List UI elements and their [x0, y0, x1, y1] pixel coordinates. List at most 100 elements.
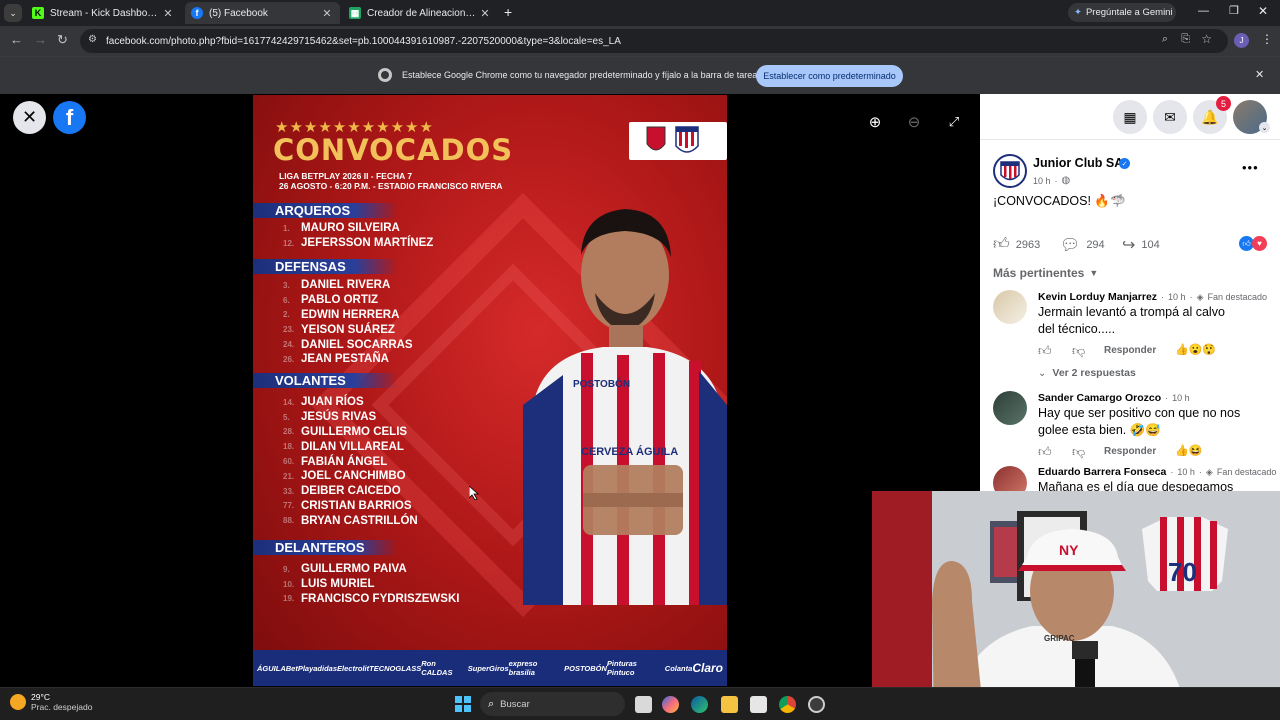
windows-taskbar: 29°C Prac. despejado ⌕ Buscar — [0, 687, 1280, 720]
reload-icon[interactable]: ↻ — [57, 32, 68, 48]
reply-button[interactable]: Responder — [1104, 345, 1156, 356]
comment-avatar[interactable] — [993, 391, 1027, 425]
zoom-out-button[interactable]: ⊖ — [900, 108, 928, 136]
close-window-icon[interactable]: ✕ — [1258, 4, 1268, 18]
player-number: 88. — [283, 516, 295, 526]
dislike-icon[interactable]: 👎︎ — [1072, 343, 1085, 359]
weather-temp: 29°C — [31, 692, 50, 702]
obs-icon[interactable] — [808, 696, 825, 713]
comment-time[interactable]: 10 h — [1177, 467, 1195, 477]
share-action[interactable]: ↪ 104 — [1122, 235, 1160, 255]
player-photo: POSTOBÓN CERVEZA ÁGUILA — [523, 209, 727, 605]
back-icon[interactable]: ← — [10, 32, 23, 47]
view-replies-button[interactable]: ⌄ Ver 2 respuestas — [1038, 367, 1136, 379]
filter-label: Más pertinentes — [993, 266, 1085, 280]
dismiss-infobar-icon[interactable]: ✕ — [1255, 68, 1264, 81]
new-tab-button[interactable]: + — [504, 4, 512, 20]
crest-icons — [646, 126, 699, 153]
site-info-icon[interactable]: ⚙ — [88, 34, 97, 45]
reply-button[interactable]: Responder — [1104, 446, 1156, 457]
post-time[interactable]: 10 h — [1033, 176, 1051, 186]
task-view-icon[interactable] — [635, 696, 652, 713]
wall-jersey-number: 70 — [1168, 557, 1197, 587]
comment-reactions[interactable]: 👍😆 — [1175, 444, 1202, 457]
install-icon[interactable]: ⎘ — [1181, 33, 1190, 46]
player-number: 23. — [283, 325, 295, 335]
player-row: 19. FRANCISCO FYDRISZEWSKI — [283, 592, 459, 607]
comment-author[interactable]: Kevin Lorduy Manjarrez — [1038, 291, 1157, 303]
copilot-icon[interactable] — [662, 696, 679, 713]
comment-action[interactable]: 💬︎ 294 — [1060, 235, 1105, 255]
tab-title: Creador de Alineaciones - Form — [367, 7, 478, 19]
messenger-button[interactable]: ✉ — [1153, 100, 1187, 134]
edge-icon[interactable] — [691, 696, 708, 713]
gemini-button[interactable]: ✦ Pregúntale a Gemini — [1068, 3, 1176, 22]
player-number: 14. — [283, 397, 295, 407]
bookmark-star-icon[interactable]: ☆ — [1201, 32, 1212, 46]
page-avatar[interactable] — [993, 154, 1027, 188]
minimize-icon[interactable]: — — [1198, 5, 1209, 17]
taskbar-search[interactable]: ⌕ Buscar — [480, 692, 625, 716]
start-button[interactable] — [455, 696, 471, 712]
reaction-summary[interactable]: 👍︎ ♥ — [1239, 236, 1267, 251]
player-number: 1. — [283, 223, 290, 233]
comment-time[interactable]: 10 h — [1168, 292, 1186, 302]
weather-widget[interactable]: 29°C Prac. despejado — [10, 692, 92, 712]
jersey-beer-sponsor: CERVEZA ÁGUILA — [581, 445, 678, 458]
player-name: GUILLERMO CELIS — [301, 425, 408, 438]
comment-author[interactable]: Sander Camargo Orozco — [1038, 392, 1161, 404]
dot-separator: · — [1189, 292, 1193, 302]
comment-avatar[interactable] — [993, 290, 1027, 324]
store-icon[interactable] — [750, 696, 767, 713]
player-row: 88. BRYAN CASTRILLÓN — [283, 513, 418, 528]
chevron-down-icon[interactable]: ⌄ — [1259, 122, 1270, 133]
restore-icon[interactable]: ❐ — [1229, 4, 1239, 17]
players-defensas: 3. DANIEL RIVERA 6. PABLO ORTIZ 2. EDWIN HE… — [283, 278, 413, 367]
notifications-button[interactable]: 🔔 5 — [1193, 96, 1231, 134]
player-row: 33. DEIBER CAICEDO — [283, 484, 418, 499]
tab-kick[interactable]: K Stream - Kick Dashboard ✕ — [26, 2, 181, 24]
menu-button[interactable]: ▦ — [1113, 100, 1147, 134]
comment-author[interactable]: Eduardo Barrera Fonseca — [1038, 466, 1166, 478]
like-icon[interactable]: 👍︎ — [1038, 444, 1052, 460]
set-default-button[interactable]: Establecer como predeterminado — [756, 65, 903, 87]
like-icon[interactable]: 👍︎ — [1038, 343, 1052, 359]
like-action[interactable]: 👍︎ 2963 — [993, 235, 1040, 254]
file-explorer-icon[interactable] — [721, 696, 738, 713]
address-bar[interactable]: ⚙ facebook.com/photo.php?fbid=1617742429… — [80, 29, 1228, 53]
zoom-in-button[interactable]: ⊕ — [861, 108, 889, 136]
close-icon[interactable]: ✕ — [478, 7, 492, 20]
menu-kebab-icon[interactable]: ⋮ — [1261, 32, 1273, 46]
chrome-icon[interactable] — [779, 696, 796, 713]
comment-count: 294 — [1086, 239, 1105, 251]
facebook-logo[interactable]: f — [53, 101, 86, 134]
comment-reactions[interactable]: 👍😮😲 — [1175, 343, 1216, 356]
bell-icon: 🔔 — [1201, 108, 1219, 125]
fan-badge: Fan destacado — [1207, 292, 1268, 302]
profile-avatar[interactable]: J — [1234, 33, 1249, 48]
player-row: 1. MAURO SILVEIRA — [283, 221, 433, 236]
page-name[interactable]: Junior Club SA — [1033, 156, 1123, 170]
tab-facebook[interactable]: f (5) Facebook ✕ — [185, 2, 340, 24]
fullscreen-button[interactable]: ⤢ — [940, 108, 968, 136]
close-viewer-button[interactable]: ✕ — [13, 101, 46, 134]
tab-strip: ⌄ K Stream - Kick Dashboard ✕ f (5) Face… — [0, 0, 1280, 26]
close-icon[interactable]: ✕ — [320, 7, 334, 20]
close-icon[interactable]: ✕ — [161, 7, 175, 20]
forward-icon[interactable]: → — [34, 32, 47, 47]
player-name: PABLO ORTIZ — [301, 294, 379, 307]
sponsor-logo: Claro — [692, 661, 723, 675]
dislike-icon[interactable]: 👎︎ — [1072, 444, 1085, 460]
player-row: 12. JEFERSSON MARTÍNEZ — [283, 236, 433, 251]
player-row: 77. CRISTIAN BARRIOS — [283, 499, 418, 514]
tab-sheets[interactable]: ▦ Creador de Alineaciones - Form ✕ — [343, 2, 498, 24]
comment-time[interactable]: 10 h — [1172, 393, 1190, 403]
player-row: 3. DANIEL RIVERA — [283, 278, 413, 293]
facebook-icon: f — [191, 7, 203, 19]
more-options-icon[interactable]: ••• — [1242, 160, 1259, 175]
infobar-text: Establece Google Chrome como tu navegado… — [402, 70, 762, 80]
tab-search-button[interactable]: ⌄ — [4, 4, 22, 22]
comment-filter[interactable]: Más pertinentes ▼ — [993, 266, 1098, 280]
weather-desc: Prac. despejado — [31, 702, 93, 712]
zoom-icon[interactable]: ⌕ — [1162, 33, 1168, 46]
